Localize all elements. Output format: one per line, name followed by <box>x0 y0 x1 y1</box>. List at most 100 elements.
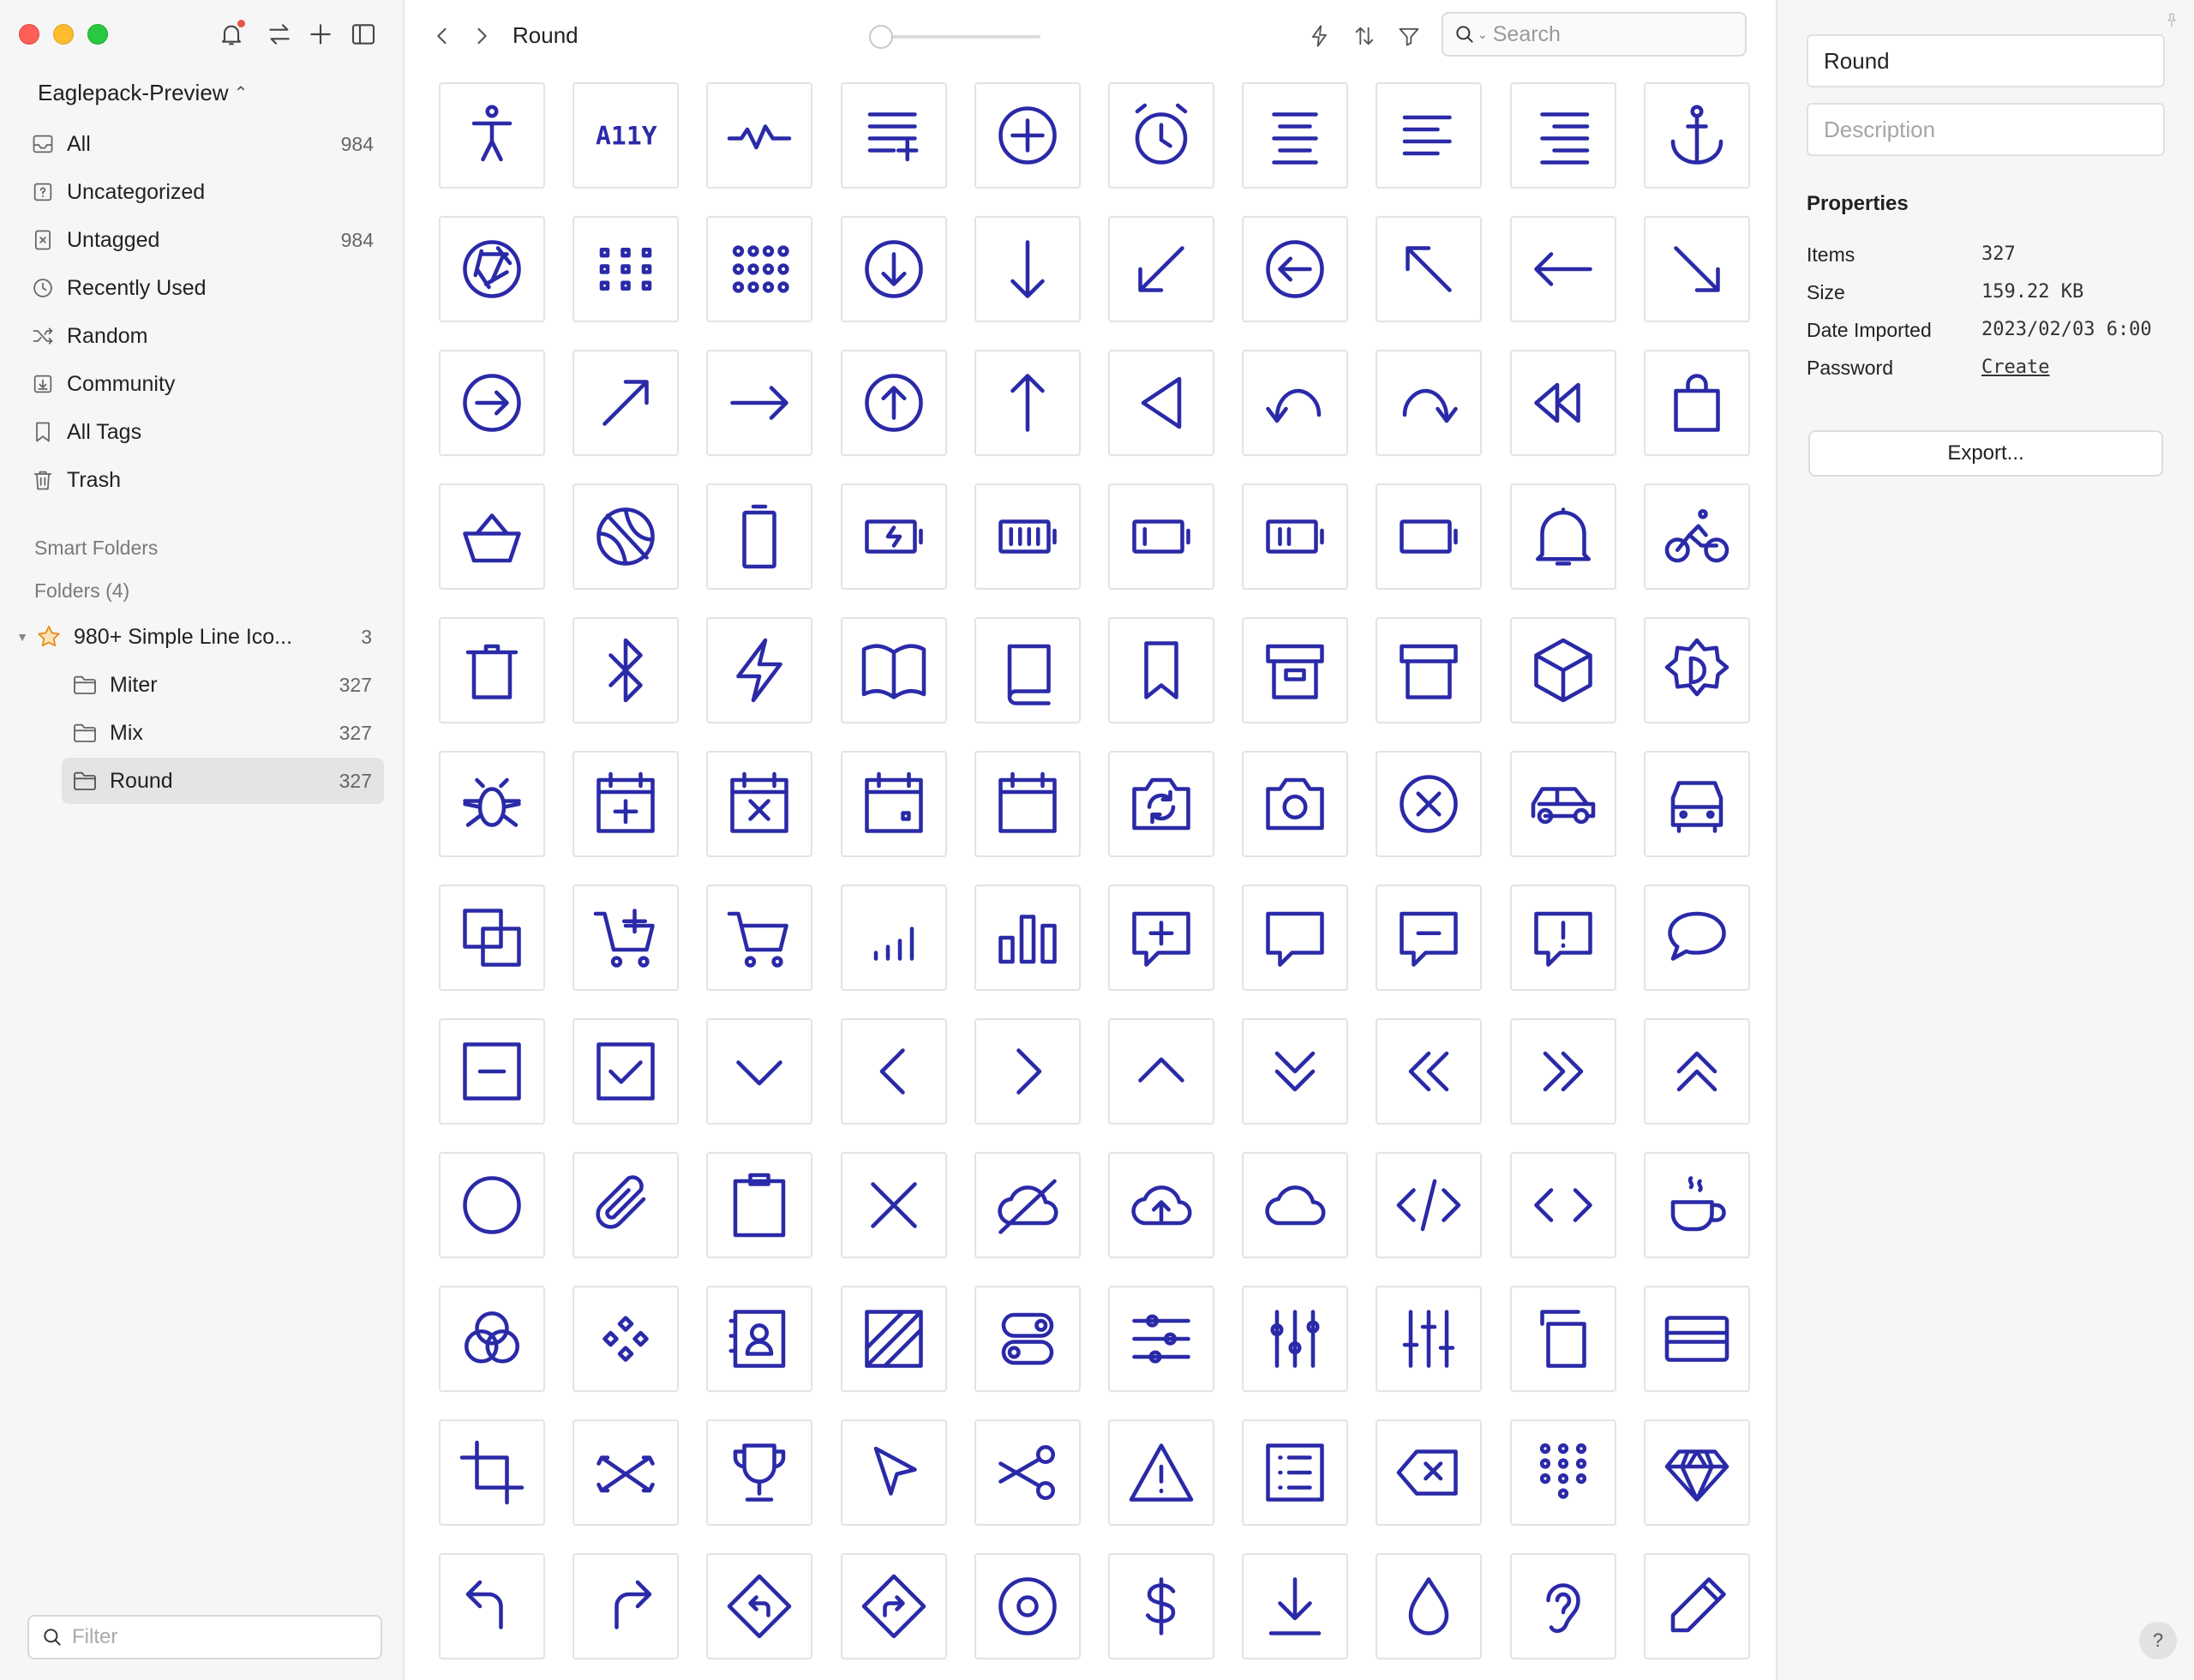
icon-tile-minus-square[interactable] <box>439 1018 545 1125</box>
icon-tile-bolt[interactable] <box>706 617 812 723</box>
icon-tile-car-side[interactable] <box>1510 751 1616 857</box>
sidebar-item-community[interactable]: Community <box>29 363 381 405</box>
icon-tile-check-square[interactable] <box>572 1018 679 1125</box>
icon-tile-book[interactable] <box>974 617 1081 723</box>
icon-tile-disc[interactable] <box>974 1553 1081 1659</box>
sort-button[interactable] <box>1349 21 1380 51</box>
icon-tile-cart[interactable] <box>706 885 812 991</box>
icon-tile-bookmark[interactable] <box>1108 617 1214 723</box>
icon-tile-chevrons-up[interactable] <box>1644 1018 1750 1125</box>
icon-tile-ear[interactable] <box>1510 1553 1616 1659</box>
icon-tile-code[interactable] <box>1376 1152 1482 1258</box>
icon-tile-rewind[interactable] <box>1510 350 1616 456</box>
forward-button[interactable] <box>466 21 497 51</box>
icon-tile-delete-key[interactable] <box>1376 1419 1482 1526</box>
pin-icon[interactable] <box>2163 12 2180 29</box>
folder-item-mix[interactable]: Mix 327 <box>62 710 384 756</box>
sidebar-item-all[interactable]: All 984 <box>29 123 381 165</box>
sidebar-item-random[interactable]: Random <box>29 315 381 357</box>
icon-tile-dialpad[interactable] <box>1510 1419 1616 1526</box>
sidebar-item-untagged[interactable]: Untagged 984 <box>29 219 381 261</box>
smart-folders-header[interactable]: Smart Folders <box>34 537 158 560</box>
zoom-slider[interactable] <box>869 24 1040 50</box>
icon-tile-list-document[interactable] <box>1242 1419 1348 1526</box>
icon-tile-calendar-add[interactable] <box>572 751 679 857</box>
export-button[interactable]: Export... <box>1808 430 2163 477</box>
slider-track[interactable] <box>869 35 1040 39</box>
icon-tile-basketball[interactable] <box>572 483 679 590</box>
icon-tile-circle[interactable] <box>439 1152 545 1258</box>
quick-actions-button[interactable] <box>1304 21 1335 51</box>
minimize-window-button[interactable] <box>53 24 74 45</box>
search-input[interactable] <box>1492 21 1716 47</box>
icon-tile-chevron-up[interactable] <box>1108 1018 1214 1125</box>
icon-tile-danger[interactable] <box>1108 1419 1214 1526</box>
filter-button[interactable] <box>1394 21 1424 51</box>
toggle-sidebar-button[interactable] <box>348 19 379 50</box>
icon-tile-dollar[interactable] <box>1108 1553 1214 1659</box>
icon-tile-arrow-right-circle[interactable] <box>439 350 545 456</box>
icon-tile-controls-sliders-h[interactable] <box>1108 1286 1214 1392</box>
icon-tile-cancel-circle[interactable] <box>1376 751 1482 857</box>
zoom-window-button[interactable] <box>87 24 108 45</box>
icon-tile-camera[interactable] <box>1242 751 1348 857</box>
icon-tile-arrow-down-left[interactable] <box>1108 216 1214 322</box>
create-password-link[interactable]: Create <box>1981 357 2049 378</box>
icon-tile-alarm[interactable] <box>1108 82 1214 189</box>
sidebar-item-trash[interactable]: Trash <box>29 459 381 501</box>
icon-tile-battery-empty[interactable] <box>1376 483 1482 590</box>
add-button[interactable] <box>305 19 336 50</box>
icon-tile-car-front[interactable] <box>1644 751 1750 857</box>
icon-tile-controls-toggle[interactable] <box>974 1286 1081 1392</box>
icon-tile-bug[interactable] <box>439 751 545 857</box>
icon-tile-cart-add[interactable] <box>572 885 679 991</box>
icon-tile-arrow-left-circle[interactable] <box>1242 216 1348 322</box>
icon-tile-drop[interactable] <box>1376 1553 1482 1659</box>
icon-tile-arrow-down[interactable] <box>974 216 1081 322</box>
icon-tile-chat-alert[interactable] <box>1510 885 1616 991</box>
slider-handle[interactable] <box>869 25 893 49</box>
icon-tile-download[interactable] <box>1242 1553 1348 1659</box>
folder-item-miter[interactable]: Miter 327 <box>62 662 384 708</box>
icon-tile-crop[interactable] <box>439 1419 545 1526</box>
icon-tile-align-center[interactable] <box>1242 82 1348 189</box>
icon-tile-activity[interactable] <box>706 82 812 189</box>
folder-item-simple-line-icons[interactable]: ▼ 980+ Simple Line Ico... 3 <box>10 614 384 660</box>
icon-tile-clip[interactable] <box>572 1152 679 1258</box>
icon-tile-controls-sliders-alt[interactable] <box>1376 1286 1482 1392</box>
icon-tile-arrow-up-right[interactable] <box>572 350 679 456</box>
icon-tile-cursor[interactable] <box>841 1419 947 1526</box>
icon-tile-apps-grid[interactable] <box>572 216 679 322</box>
icon-tile-battery-low[interactable] <box>1108 483 1214 590</box>
icon-tile-box-archive[interactable] <box>1242 617 1348 723</box>
icon-tile-arrow-right[interactable] <box>706 350 812 456</box>
icon-tile-chevrons-down[interactable] <box>1242 1018 1348 1125</box>
icon-tile-diamond[interactable] <box>1644 1419 1750 1526</box>
icon-tile-box[interactable] <box>1376 617 1482 723</box>
icon-tile-redo[interactable] <box>1376 350 1482 456</box>
description-field[interactable] <box>1807 103 2165 156</box>
icon-tile-contact[interactable] <box>706 1286 812 1392</box>
icon-tile-chat[interactable] <box>1242 885 1348 991</box>
icon-tile-camera-switch[interactable] <box>1108 751 1214 857</box>
icon-tile-brightness[interactable] <box>1644 617 1750 723</box>
icon-tile-cube[interactable] <box>1510 617 1616 723</box>
icon-tile-chat-add[interactable] <box>1108 885 1214 991</box>
icon-tile-calendar-remove[interactable] <box>706 751 812 857</box>
icon-tile-a11y[interactable]: A11Y <box>572 82 679 189</box>
icon-tile-direction-left[interactable] <box>439 1553 545 1659</box>
icon-tile-cut[interactable] <box>974 1419 1081 1526</box>
sync-button[interactable] <box>264 19 295 50</box>
sidebar-item-all-tags[interactable]: All Tags <box>29 411 381 453</box>
icon-tile-arrow-up[interactable] <box>974 350 1081 456</box>
icon-tile-direction-right[interactable] <box>572 1553 679 1659</box>
icon-tile-chevron-left[interactable] <box>841 1018 947 1125</box>
icon-tile-cloud[interactable] <box>1242 1152 1348 1258</box>
icon-tile-color-circles[interactable] <box>439 1286 545 1392</box>
icon-tile-align-right[interactable] <box>1510 82 1616 189</box>
icon-tile-bicycle[interactable] <box>1644 483 1750 590</box>
icon-tile-copy-squares[interactable] <box>439 885 545 991</box>
icon-tile-bin[interactable] <box>439 617 545 723</box>
icon-tile-chart-bars-small[interactable] <box>841 885 947 991</box>
icon-tile-calendar[interactable] <box>974 751 1081 857</box>
